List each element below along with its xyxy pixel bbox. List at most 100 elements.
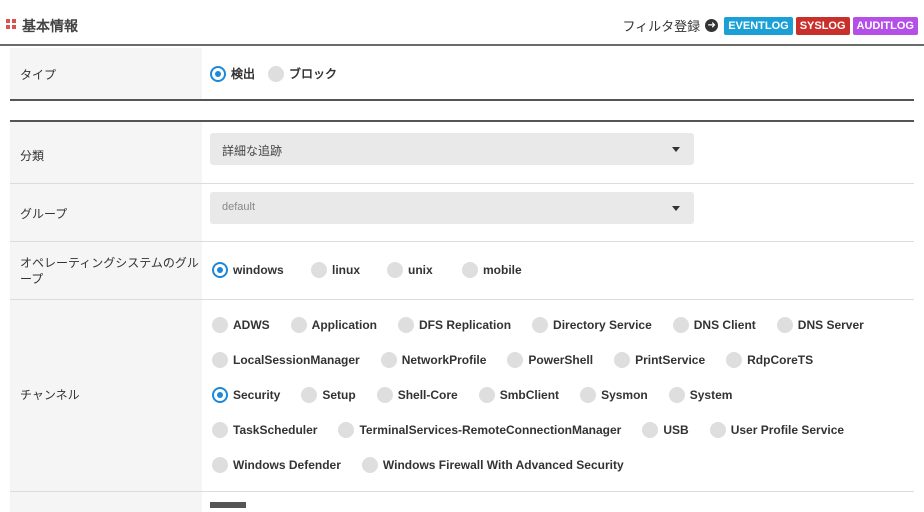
radio-unchecked-icon: [726, 352, 743, 368]
radio-label: TerminalServices-RemoteConnectionManager: [359, 423, 622, 437]
type-block-radio[interactable]: ブロック: [268, 65, 337, 82]
radio-label: 検出: [231, 67, 256, 81]
next-row-partial: [10, 492, 914, 512]
channel-options-line: ADWS Application DFS Replication Directory …: [212, 317, 885, 333]
radio-label: linux: [332, 263, 361, 277]
radio-unchecked-icon: [290, 317, 307, 333]
channel-radio-printservice[interactable]: PrintService: [614, 352, 705, 368]
type-detect-radio[interactable]: 検出: [210, 65, 255, 82]
group-label-cell: グループ: [10, 184, 202, 241]
channel-options-line: TaskScheduler TerminalServices-RemoteConn…: [212, 422, 865, 438]
radio-label: ブロック: [289, 67, 338, 81]
channel-options-line: Security Setup Shell-Core SmbClient Sysmon Sy…: [212, 387, 753, 403]
channel-radio-security[interactable]: Security: [212, 387, 280, 403]
radio-label: LocalSessionManager: [233, 353, 360, 367]
channel-radio-user-profile-service[interactable]: User Profile Service: [709, 422, 845, 438]
radio-unchecked-icon: [672, 317, 689, 333]
group-content: default: [210, 184, 914, 241]
channel-radio-taskscheduler[interactable]: TaskScheduler: [212, 422, 317, 438]
radio-label: ADWS: [233, 318, 270, 332]
os-windows-radio[interactable]: windows: [212, 262, 284, 278]
category-label: 分類: [20, 149, 45, 163]
radio-label: RdpCoreTS: [747, 353, 814, 367]
radio-unchecked-icon: [212, 422, 228, 438]
category-row: 分類 詳細な追跡: [10, 122, 914, 184]
radio-unchecked-icon: [507, 352, 524, 368]
os-mobile-radio[interactable]: mobile: [462, 262, 522, 278]
arrow-right-circle-icon[interactable]: ➜: [705, 19, 719, 32]
channel-radio-localsessionmanager[interactable]: LocalSessionManager: [212, 352, 360, 368]
radio-label: SmbClient: [499, 388, 560, 402]
radio-label: PowerShell: [528, 353, 594, 367]
radio-unchecked-icon: [268, 65, 284, 82]
radio-unchecked-icon: [642, 422, 659, 438]
os-unix-radio[interactable]: unix: [387, 262, 433, 278]
channel-radio-powershell[interactable]: PowerShell: [507, 352, 593, 368]
channel-radio-windows-defender[interactable]: Windows Defender: [212, 457, 341, 473]
channel-radio-dfs-replication[interactable]: DFS Replication: [398, 317, 511, 333]
channel-label-cell: チャンネル: [10, 300, 202, 491]
channel-radio-application[interactable]: Application: [290, 317, 378, 333]
channel-radio-system[interactable]: System: [668, 387, 732, 403]
section-title: 基本情報: [22, 18, 78, 34]
radio-label: DFS Replication: [419, 318, 512, 332]
filter-register-link[interactable]: フィルタ登録: [622, 16, 700, 35]
eventlog-badge[interactable]: EVENTLOG: [724, 16, 793, 35]
group-select[interactable]: default: [210, 192, 694, 224]
channel-radio-adws[interactable]: ADWS: [212, 317, 270, 333]
radio-unchecked-icon: [338, 422, 355, 438]
type-options: 検出 ブロック: [210, 48, 914, 100]
group-label: グループ: [20, 207, 68, 221]
channel-label: チャンネル: [20, 388, 80, 402]
radio-unchecked-icon: [398, 317, 415, 333]
os-group-label-line2: ープ: [20, 272, 44, 286]
next-row-label-cell: [10, 492, 202, 512]
radio-unchecked-icon: [376, 387, 393, 403]
channel-radio-sysmon[interactable]: Sysmon: [580, 387, 648, 403]
radio-label: User Profile Service: [730, 423, 845, 437]
channel-radio-directory-service[interactable]: Directory Service: [532, 317, 652, 333]
radio-label: Sysmon: [601, 388, 648, 402]
channel-radio-dns-server[interactable]: DNS Server: [776, 317, 864, 333]
radio-unchecked-icon: [776, 317, 793, 333]
type-row: タイプ 検出 ブロック: [10, 48, 914, 100]
radio-label: NetworkProfile: [401, 353, 487, 367]
channel-radio-rdpcorets[interactable]: RdpCoreTS: [726, 352, 813, 368]
channel-options-line: LocalSessionManager NetworkProfile PowerSh…: [212, 352, 834, 368]
group-select-value: default: [222, 201, 256, 213]
channel-radio-dns-client[interactable]: DNS Client: [672, 317, 756, 333]
section-header: 基本情報 フィルタ登録 ➜ EVENTLOG SYSLOG AUDITLOG: [0, 0, 924, 46]
radio-label: DNS Server: [797, 318, 864, 332]
channel-radio-setup[interactable]: Setup: [301, 387, 356, 403]
radio-unchecked-icon: [709, 422, 726, 438]
os-group-label-cell: オペレーティングシステムのグル ープ: [10, 242, 202, 299]
radio-label: mobile: [483, 263, 522, 277]
grid-icon: [6, 19, 16, 29]
radio-unchecked-icon: [462, 262, 478, 278]
channel-radio-windows-firewall-with-advanced-security[interactable]: Windows Firewall With Advanced Security: [361, 457, 624, 473]
os-linux-radio[interactable]: linux: [311, 262, 360, 278]
channel-radio-usb[interactable]: USB: [642, 422, 689, 438]
os-options: windows linux unix mobile: [210, 242, 914, 299]
channel-radio-terminalservices-remoteconnectionmanager[interactable]: TerminalServices-RemoteConnectionManager: [338, 422, 621, 438]
auditlog-badge[interactable]: AUDITLOG: [852, 16, 918, 35]
radio-checked-icon: [212, 262, 228, 278]
radio-unchecked-icon: [361, 457, 378, 473]
radio-label: Security: [233, 388, 281, 402]
channel-radio-shell-core[interactable]: Shell-Core: [376, 387, 458, 403]
channel-options: ADWS Application DFS Replication Directory …: [210, 300, 914, 491]
radio-unchecked-icon: [478, 387, 495, 403]
radio-checked-icon: [210, 65, 226, 82]
syslog-badge[interactable]: SYSLOG: [795, 16, 850, 35]
channel-radio-networkprofile[interactable]: NetworkProfile: [380, 352, 487, 368]
section-divider: [10, 99, 914, 101]
category-select[interactable]: 詳細な追跡: [210, 133, 694, 165]
radio-label: Directory Service: [553, 318, 652, 332]
radio-unchecked-icon: [580, 387, 597, 403]
channel-radio-smbclient[interactable]: SmbClient: [478, 387, 560, 403]
group-row: グループ default: [10, 184, 914, 242]
radio-label: Application: [311, 318, 378, 332]
header-actions: フィルタ登録 ➜ EVENTLOG SYSLOG AUDITLOG: [622, 16, 918, 35]
radio-unchecked-icon: [301, 387, 318, 403]
radio-label: PrintService: [635, 353, 706, 367]
